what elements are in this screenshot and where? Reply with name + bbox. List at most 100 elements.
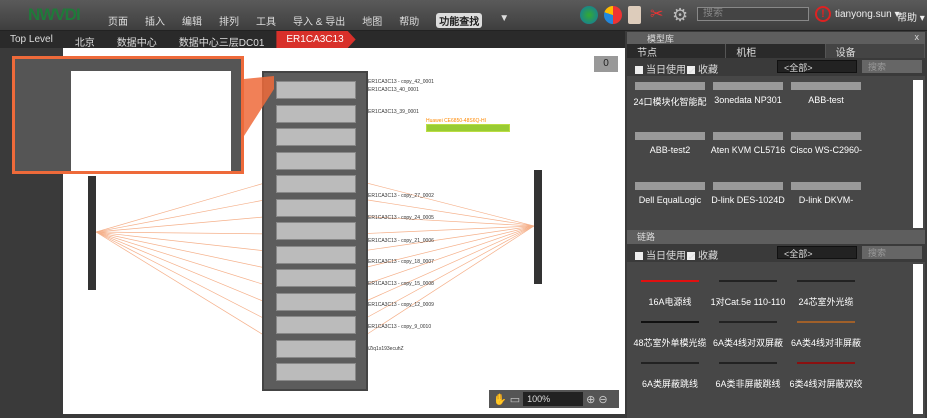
rack-unit[interactable]	[276, 292, 356, 311]
link-item[interactable]: 16A电源线	[631, 272, 709, 313]
device-thumbnail	[791, 82, 861, 90]
tab-node[interactable]: 节点	[627, 44, 727, 59]
link-name: 16A电源线	[648, 297, 692, 307]
unit-label: ER1CA3C13 - copy_18_0007	[368, 259, 434, 265]
link-item[interactable]: 6A类4线对双屏蔽	[709, 313, 787, 354]
tools-icon[interactable]: ✂	[650, 6, 668, 24]
link-name: 6A类4线对双屏蔽	[712, 338, 783, 348]
device-thumbnail	[635, 82, 705, 90]
minimap[interactable]	[12, 56, 244, 174]
link-swatch	[641, 362, 699, 364]
clipboard-icon[interactable]	[628, 6, 641, 24]
pdu-left[interactable]	[88, 176, 96, 290]
today-checkbox[interactable]	[635, 66, 643, 75]
link-item[interactable]: 6A类非屏蔽跳线	[709, 354, 787, 395]
rack-unit[interactable]	[276, 316, 356, 334]
search-input[interactable]: 搜索	[697, 7, 809, 21]
device-thumbnail	[791, 132, 861, 140]
device-thumbnail	[713, 82, 783, 90]
unit-label: ER1CA3C13 - copy_12_0009	[368, 302, 434, 308]
link-swatch	[719, 280, 777, 282]
help-menu[interactable]: 帮助 ▾	[897, 9, 925, 24]
device-item[interactable]: Dell EqualLogic	[631, 176, 709, 217]
panel-header: 模型库 x	[627, 32, 925, 44]
link-scrollbar[interactable]	[913, 264, 923, 414]
device-name: Dell EqualLogic	[638, 195, 702, 205]
device-grid: 24口模块化智能配 3onedata NP301 ABB-test ABB-test2…	[627, 76, 925, 226]
device-item[interactable]: Aten KVM CL5716	[709, 126, 787, 167]
pdu-right[interactable]	[534, 170, 542, 284]
model-library-panel: 模型库 x 节点 机柜 设备 当日使用 ✓ 收藏 <全部> 搜索 24口模块化智能配…	[627, 32, 925, 418]
category-select[interactable]: <全部>	[777, 60, 857, 73]
tab-device[interactable]: 设备	[825, 44, 925, 59]
zoom-in-icon[interactable]: ⊕	[586, 393, 595, 406]
unit-label: ER1CA3C13 - copy_42_0001	[368, 79, 434, 85]
rack-unit[interactable]	[276, 269, 356, 287]
link-item[interactable]: 6A类屏蔽跳线	[631, 354, 709, 395]
link-favorite-label: 收藏	[698, 251, 718, 262]
device-item[interactable]: 24口模块化智能配	[631, 76, 709, 117]
zoom-select[interactable]: 100%	[523, 392, 584, 406]
link-name: 1对Cat.5e 110-110	[710, 297, 786, 307]
link-name: 6A类屏蔽跳线	[641, 379, 698, 389]
favorite-label: 收藏	[698, 65, 718, 76]
minimap-page	[71, 71, 231, 171]
rack-unit[interactable]	[276, 245, 356, 264]
device-item[interactable]: D-link DES-1024D	[709, 176, 787, 217]
link-name: 6类4线对屏蔽双绞	[789, 379, 863, 389]
device-scrollbar[interactable]	[913, 80, 923, 228]
link-item[interactable]: 6A类4线对非屏蔽	[787, 313, 865, 354]
link-favorite-checkbox[interactable]: ✓	[687, 252, 695, 263]
fit-page-icon[interactable]: ▭	[510, 393, 520, 406]
rack-unit[interactable]	[276, 104, 356, 123]
pan-hand-icon[interactable]: ✋	[493, 393, 507, 406]
link-swatch	[719, 362, 777, 364]
rack-unit[interactable]	[276, 151, 356, 170]
device-item[interactable]: D-link DKVM-	[787, 176, 865, 217]
rack[interactable]	[262, 71, 368, 391]
counter-badge: 0	[594, 56, 618, 72]
link-name: 6A类非屏蔽跳线	[715, 379, 781, 389]
gear-icon[interactable]: ⚙	[672, 6, 690, 24]
device-item[interactable]: ABB-test2	[631, 126, 709, 167]
rack-unit[interactable]	[276, 175, 356, 193]
rack-unit[interactable]	[276, 198, 356, 217]
link-search-input[interactable]: 搜索	[862, 246, 922, 259]
device-thumbnail	[635, 182, 705, 190]
user-menu[interactable]: tianyong.sun ▾	[835, 9, 900, 20]
link-today-checkbox[interactable]	[635, 252, 643, 261]
link-swatch	[641, 280, 699, 282]
link-today-label: 当日使用	[646, 251, 686, 262]
device-name: Cisco WS-C2960-	[789, 145, 863, 155]
zoom-out-icon[interactable]: ⊖	[598, 393, 607, 406]
device-search-input[interactable]: 搜索	[862, 60, 922, 73]
rack-unit[interactable]	[276, 339, 356, 358]
rack-unit[interactable]	[276, 128, 356, 146]
rack-unit[interactable]	[276, 222, 356, 240]
device-item[interactable]: ABB-test	[787, 76, 865, 117]
switch-device[interactable]	[426, 124, 510, 132]
link-swatch	[641, 321, 699, 323]
rack-unit[interactable]	[276, 81, 356, 99]
device-item[interactable]: 3onedata NP301	[709, 76, 787, 117]
link-swatch	[797, 280, 855, 282]
device-filter: 当日使用 ✓ 收藏 <全部> 搜索	[627, 58, 925, 77]
alert-icon[interactable]: !	[815, 6, 831, 22]
link-name: 48芯室外单模光缆	[633, 338, 707, 348]
panel-tabs: 节点 机柜 设备	[627, 44, 925, 59]
panel-title: 模型库	[647, 34, 675, 44]
link-item[interactable]: 24芯室外光缆	[787, 272, 865, 313]
link-item[interactable]: 48芯室外单模光缆	[631, 313, 709, 354]
tab-cabinet[interactable]: 机柜	[726, 44, 826, 59]
link-category-select[interactable]: <全部>	[777, 246, 857, 259]
link-item[interactable]: 6类4线对屏蔽双绞	[787, 354, 865, 395]
unit-label: ER1CA3C13 - copy_27_0002	[368, 193, 434, 199]
rack-unit[interactable]	[276, 363, 356, 381]
device-item[interactable]: Cisco WS-C2960-	[787, 126, 865, 167]
unit-label: ER1CA3C13 - copy_15_0008	[368, 281, 434, 287]
favorite-checkbox[interactable]: ✓	[687, 66, 695, 77]
links-header: 链路	[627, 230, 925, 244]
close-icon[interactable]: x	[915, 32, 920, 42]
link-item[interactable]: 1对Cat.5e 110-110	[709, 272, 787, 313]
device-name: ABB-test	[808, 95, 844, 105]
